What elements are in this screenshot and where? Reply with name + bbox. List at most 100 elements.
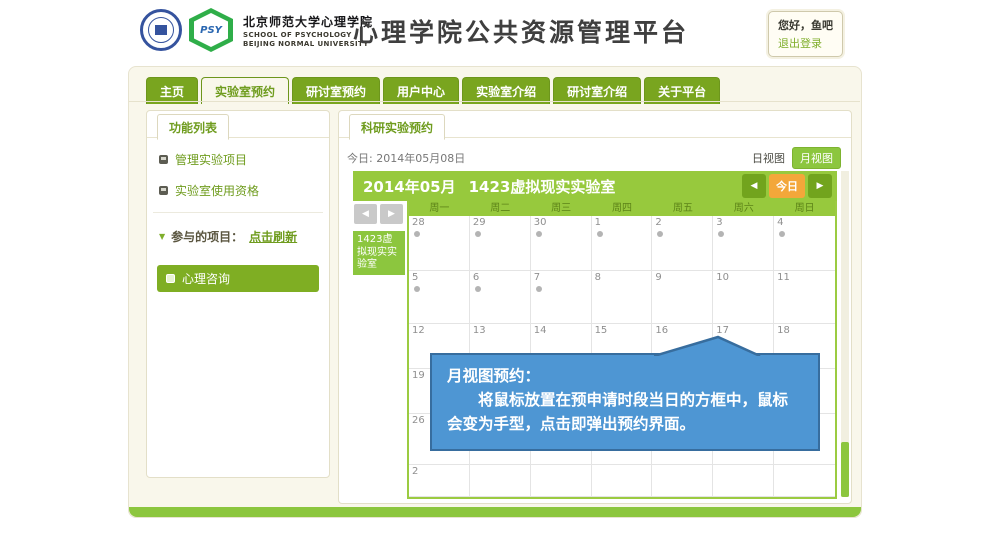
sidebar-item[interactable]: 管理实验项目: [147, 144, 329, 175]
view-toggle: 日视图 月视图: [752, 147, 841, 169]
user-box: 您好，鱼吧 退出登录: [768, 11, 843, 57]
callout-pointer: [654, 335, 762, 356]
sidebar-item-label: 管理实验项目: [175, 151, 247, 168]
calendar-day-cell[interactable]: 30: [531, 216, 592, 271]
calendar-day-cell[interactable]: 1: [592, 216, 653, 271]
calendar-scrollbar-thumb[interactable]: [841, 442, 849, 497]
nav-tab[interactable]: 用户中心: [383, 77, 459, 104]
callout-title: 月视图预约：: [447, 364, 803, 388]
monitor-icon: [159, 155, 168, 164]
page-title: 心理学院公共资源管理平台: [353, 13, 689, 49]
room-rail: ◀ ▶ 1423虚拟现实实验室: [353, 201, 407, 499]
day-number: 12: [409, 324, 469, 336]
calendar-title: 2014年05月 1423虚拟现实实验室: [363, 176, 615, 197]
nav-tab[interactable]: 关于平台: [644, 77, 720, 104]
calendar-day-cell[interactable]: 5: [409, 271, 470, 324]
weekday-label: 周三: [531, 201, 592, 216]
calendar-day-cell[interactable]: [774, 465, 835, 497]
day-view-button[interactable]: 日视图: [752, 150, 785, 166]
prev-month-button[interactable]: ◀: [742, 174, 766, 198]
refresh-link[interactable]: 点击刷新: [249, 228, 297, 245]
calendar-day-cell[interactable]: 28: [409, 216, 470, 271]
tab-research-booking[interactable]: 科研实验预约: [349, 114, 445, 140]
calendar-day-cell[interactable]: [713, 465, 774, 497]
month-view-button[interactable]: 月视图: [792, 147, 841, 169]
booking-dot: [779, 231, 785, 237]
sidebar: 功能列表 管理实验项目实验室使用资格 ▼ 参与的项目： 点击刷新 心理咨询: [146, 110, 330, 478]
nav-tab[interactable]: 实验室介绍: [462, 77, 550, 104]
calendar-day-cell[interactable]: 9: [652, 271, 713, 324]
weekday-label: 周一: [409, 201, 470, 216]
main-tabs: 主页实验室预约研讨室预约用户中心实验室介绍研讨室介绍关于平台: [146, 77, 720, 104]
logout-link[interactable]: 退出登录: [778, 35, 833, 51]
calendar-info-row: 今日: 2014年05月08日 日视图 月视图: [347, 147, 841, 169]
booking-dot: [475, 286, 481, 292]
day-number: 1: [592, 216, 652, 228]
calendar-day-cell[interactable]: [592, 465, 653, 497]
calendar-day-cell[interactable]: 3: [713, 216, 774, 271]
projects-section: ▼ 参与的项目： 点击刷新: [147, 219, 329, 249]
booking-dot: [597, 231, 603, 237]
rail-prev-button[interactable]: ◀: [354, 204, 377, 224]
calendar-day-cell[interactable]: 4: [774, 216, 835, 271]
day-number: 13: [470, 324, 530, 336]
bottom-green-bar: [129, 507, 861, 517]
booking-dot: [657, 231, 663, 237]
university-seal-logo: [140, 9, 182, 51]
today-button[interactable]: 今日: [769, 174, 805, 198]
rail-arrows: ◀ ▶: [354, 204, 407, 224]
booking-dot: [475, 231, 481, 237]
day-number: [652, 465, 712, 466]
calendar-grid-area: 周一周二周三周四周五周六周日 2829301234567891011121314…: [407, 201, 837, 499]
calendar-day-cell[interactable]: [652, 465, 713, 497]
arrow-right-icon: ▶: [388, 209, 395, 219]
day-number: 10: [713, 271, 773, 283]
nav-tab[interactable]: 主页: [146, 77, 198, 104]
weekday-label: 周二: [470, 201, 531, 216]
booking-dot: [718, 231, 724, 237]
booking-dot: [536, 231, 542, 237]
active-project-label: 心理咨询: [182, 270, 230, 287]
day-number: [774, 465, 835, 466]
booking-dot: [414, 286, 420, 292]
weekday-label: 周六: [713, 201, 774, 216]
calendar-day-cell[interactable]: [531, 465, 592, 497]
day-number: 2: [409, 465, 469, 477]
calendar-day-cell[interactable]: 2: [652, 216, 713, 271]
day-number: 7: [531, 271, 591, 283]
day-number: 14: [531, 324, 591, 336]
calendar-day-cell[interactable]: 7: [531, 271, 592, 324]
sidebar-title-tab: 功能列表: [157, 114, 229, 140]
rail-next-button[interactable]: ▶: [380, 204, 403, 224]
calendar-day-cell[interactable]: [470, 465, 531, 497]
page: PSY 北京师范大学心理学院 SCHOOL OF PSYCHOLOGY BEIJ…: [0, 0, 1000, 533]
day-number: 5: [409, 271, 469, 283]
main-tabrow: 科研实验预约: [339, 111, 851, 138]
weekday-label: 周四: [592, 201, 653, 216]
day-number: 4: [774, 216, 835, 228]
next-month-button[interactable]: ▶: [808, 174, 832, 198]
sidebar-item-label: 实验室使用资格: [175, 182, 259, 199]
calendar-room: 1423虚拟现实实验室: [469, 176, 616, 197]
rail-room-label[interactable]: 1423虚拟现实实验室: [353, 231, 405, 275]
day-number: 29: [470, 216, 530, 228]
calendar-day-cell[interactable]: 10: [713, 271, 774, 324]
day-number: 3: [713, 216, 773, 228]
calendar-controls: ◀ 今日 ▶: [742, 174, 832, 198]
user-greeting: 您好，鱼吧: [778, 17, 833, 33]
today-date-label: 今日: 2014年05月08日: [347, 150, 465, 166]
day-number: 18: [774, 324, 835, 336]
calendar-day-cell[interactable]: 29: [470, 216, 531, 271]
chevron-down-icon[interactable]: ▼: [159, 232, 165, 241]
calendar-day-cell[interactable]: 8: [592, 271, 653, 324]
sidebar-item-active[interactable]: 心理咨询: [157, 265, 319, 292]
arrow-right-icon: ▶: [817, 181, 824, 191]
calendar-day-cell[interactable]: 2: [409, 465, 470, 497]
nav-tab[interactable]: 实验室预约: [201, 77, 289, 104]
day-number: 11: [774, 271, 835, 283]
sidebar-item[interactable]: 实验室使用资格: [147, 175, 329, 206]
nav-tab[interactable]: 研讨室介绍: [553, 77, 641, 104]
calendar-day-cell[interactable]: 6: [470, 271, 531, 324]
calendar-day-cell[interactable]: 11: [774, 271, 835, 324]
nav-tab[interactable]: 研讨室预约: [292, 77, 380, 104]
